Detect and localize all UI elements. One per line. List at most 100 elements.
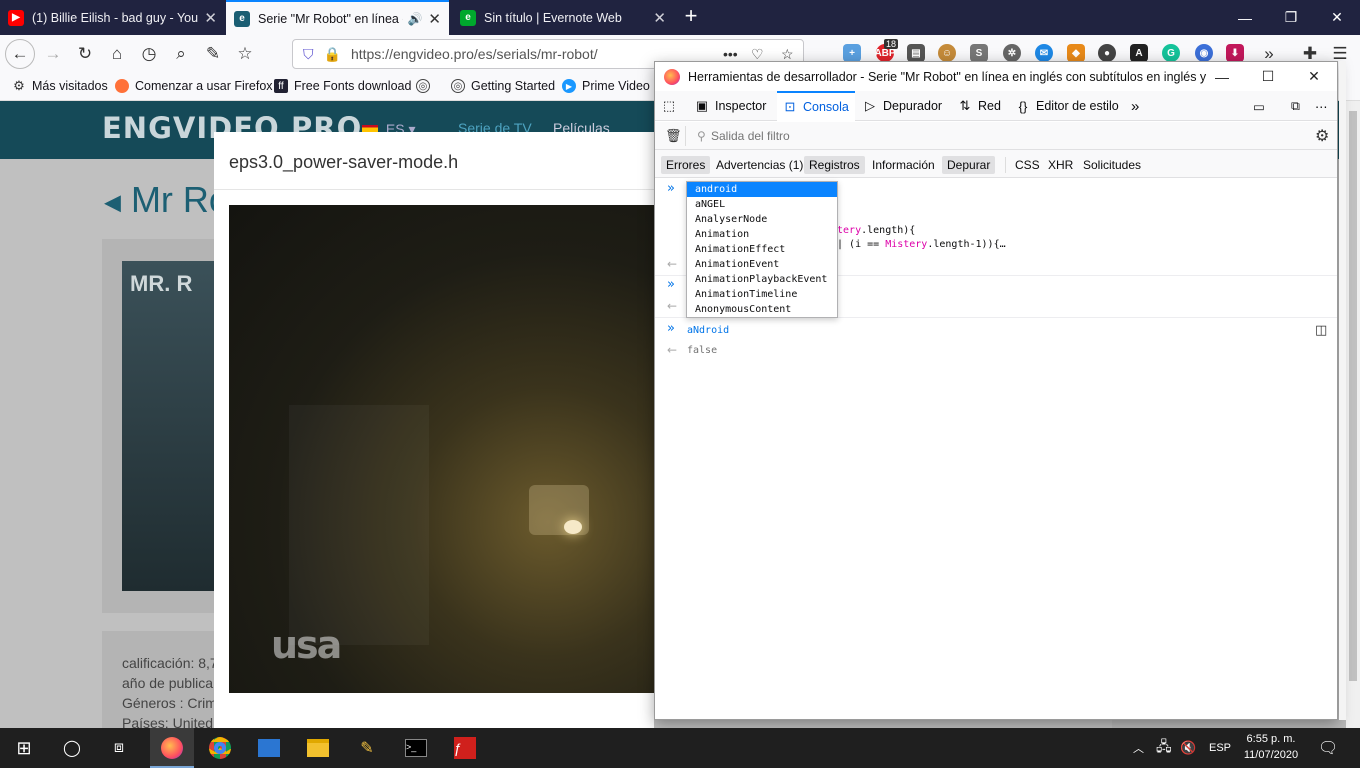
back-button[interactable]: ← xyxy=(5,39,35,69)
video-player[interactable]: usa xyxy=(229,205,654,693)
input-chevron-icon: » xyxy=(667,181,675,196)
gear-extension-icon[interactable]: ✲ xyxy=(1003,44,1021,62)
s-extension-icon[interactable]: S xyxy=(970,44,988,62)
firefox-taskbar-icon[interactable] xyxy=(158,734,186,762)
console-input-line[interactable]: aNdroid xyxy=(687,325,729,336)
page-actions-icon[interactable]: ••• xyxy=(723,46,738,62)
globe-extension-icon[interactable]: ◉ xyxy=(1195,44,1213,62)
maximize-button[interactable]: ☐ xyxy=(1245,62,1291,91)
autocomplete-item[interactable]: AnimationTimeline xyxy=(687,287,837,302)
close-window-button[interactable]: ✕ xyxy=(1314,0,1360,35)
flash-icon[interactable]: ƒ xyxy=(451,734,479,762)
tab-network[interactable]: ⇅ Red xyxy=(958,91,1001,121)
split-console-icon[interactable]: ▭ xyxy=(1253,91,1265,121)
more-tools-chevron-icon[interactable]: » xyxy=(1131,91,1139,121)
autocomplete-item[interactable]: AnimationEvent xyxy=(687,257,837,272)
restore-button[interactable]: ❐ xyxy=(1268,0,1314,35)
lock-icon[interactable]: 🔒 xyxy=(324,46,341,63)
home-icon[interactable]: ⌂ xyxy=(102,39,132,69)
editor-mode-icon[interactable]: ◫ xyxy=(1315,323,1327,338)
tab-style-editor[interactable]: {} Editor de estilo xyxy=(1016,91,1119,121)
messenger-icon[interactable]: ✉ xyxy=(1035,44,1053,62)
filter-css[interactable]: CSS xyxy=(1010,156,1045,174)
pocket-icon[interactable]: ♡ xyxy=(751,46,764,63)
minimize-button[interactable]: — xyxy=(1222,0,1268,35)
autocomplete-item[interactable]: AnonymousContent xyxy=(687,302,837,317)
tab-youtube[interactable]: ▶ (1) Billie Eilish - bad guy - YouT ✕ xyxy=(0,0,225,35)
filter-info[interactable]: Información xyxy=(867,156,940,174)
filter-logs[interactable]: Registros xyxy=(804,156,865,174)
bookmark-getting-started[interactable]: ◎ Getting Started xyxy=(451,79,555,93)
notifications-icon[interactable]: 🗨 xyxy=(1318,728,1338,768)
filter-debug[interactable]: Depurar xyxy=(942,156,996,174)
grammarly-icon[interactable]: G xyxy=(1162,44,1180,62)
fox-extension-icon[interactable]: ◆ xyxy=(1067,44,1085,62)
filter-warnings[interactable]: Advertencias (1) xyxy=(711,156,808,174)
chrome-icon[interactable] xyxy=(206,734,234,762)
bookmark-label: Comenzar a usar Firefox xyxy=(135,79,273,93)
pen-tool-icon[interactable]: ✎ xyxy=(353,734,381,762)
scrollbar-thumb[interactable] xyxy=(1349,111,1357,681)
tab-engvideo[interactable]: e Serie "Mr Robot" en línea en 🔊 ✕ xyxy=(226,0,449,35)
tab-evernote[interactable]: e Sin título | Evernote Web ✕ xyxy=(452,0,674,35)
autocomplete-item[interactable]: AnalyserNode xyxy=(687,212,837,227)
poster-image[interactable] xyxy=(122,261,222,591)
trash-icon[interactable]: 🗑 xyxy=(665,128,682,144)
more-options-icon[interactable]: ⋯ xyxy=(1315,91,1328,121)
tracking-shield-icon[interactable]: ⛉ xyxy=(303,46,314,63)
console-settings-gear-icon[interactable]: ⚙ xyxy=(1315,126,1329,146)
network-tray-icon[interactable]: 🖧 xyxy=(1156,728,1172,768)
volume-muted-icon[interactable]: 🔇 xyxy=(1180,728,1196,768)
history-icon[interactable]: ◷ xyxy=(134,39,164,69)
bookmark-prime-video[interactable]: ▶ Prime Video xyxy=(562,79,650,93)
speaker-icon[interactable]: 🔊 xyxy=(407,12,422,26)
filter-errors[interactable]: Errores xyxy=(661,156,711,174)
task-view-icon[interactable]: ⧈ xyxy=(105,734,133,762)
bookmark-most-visited[interactable]: ⚙ Más visitados xyxy=(12,78,108,93)
monkey-icon[interactable]: ☺ xyxy=(938,44,956,62)
windows-start-icon[interactable]: ⊞ xyxy=(10,734,38,762)
minimize-button[interactable]: — xyxy=(1199,62,1245,91)
terminal-icon[interactable]: >_ xyxy=(402,734,430,762)
close-icon[interactable]: ✕ xyxy=(653,9,666,27)
wrench-icon[interactable]: ✎ xyxy=(198,39,228,69)
system-clock[interactable]: 6:55 p. m. 11/07/2020 xyxy=(1236,731,1306,763)
bookmark-free-fonts[interactable]: ff Free Fonts download xyxy=(274,79,411,93)
tab-debugger[interactable]: ▷ Depurador xyxy=(863,91,942,121)
filter-xhr[interactable]: XHR xyxy=(1043,156,1078,174)
account-icon[interactable]: ● xyxy=(1098,44,1116,62)
close-icon[interactable]: ✕ xyxy=(428,10,441,28)
dock-options-icon[interactable]: ⧉ xyxy=(1291,91,1300,121)
autocomplete-item[interactable]: aNGEL xyxy=(687,197,837,212)
file-explorer-icon[interactable] xyxy=(304,734,332,762)
new-tab-button[interactable]: + xyxy=(680,5,702,27)
tab-inspector[interactable]: ▣ Inspector xyxy=(695,91,767,121)
extension-icon[interactable]: + xyxy=(843,44,861,62)
tab-console[interactable]: ⊡ Consola xyxy=(777,91,855,121)
tray-expand-icon[interactable]: ︿ xyxy=(1133,728,1144,768)
reload-button[interactable]: ↻ xyxy=(70,39,100,69)
autocomplete-item[interactable]: android xyxy=(687,182,837,197)
bookmark-manager-icon[interactable]: ☆ xyxy=(230,39,260,69)
input-language[interactable]: ESP xyxy=(1209,728,1231,768)
bookmark-globe[interactable]: ◎ xyxy=(416,79,436,93)
forward-button[interactable]: → xyxy=(38,39,68,69)
close-icon[interactable]: ✕ xyxy=(204,9,217,27)
filter-requests[interactable]: Solicitudes xyxy=(1078,156,1146,174)
reader-icon[interactable]: ▤ xyxy=(907,44,925,62)
element-picker-icon[interactable]: ⬚ xyxy=(662,91,682,121)
filter-input[interactable] xyxy=(711,127,1271,145)
page-scrollbar[interactable] xyxy=(1346,101,1360,728)
bookmark-get-started-firefox[interactable]: Comenzar a usar Firefox xyxy=(115,79,273,93)
search-icon[interactable]: ⌕ xyxy=(166,39,196,69)
autocomplete-item[interactable]: AnimationPlaybackEvent xyxy=(687,272,837,287)
autocomplete-item[interactable]: AnimationEffect xyxy=(687,242,837,257)
video-app-icon[interactable] xyxy=(255,734,283,762)
download-extension-icon[interactable]: ⬇ xyxy=(1226,44,1244,62)
autocomplete-item[interactable]: Animation xyxy=(687,227,837,242)
close-window-button[interactable]: ✕ xyxy=(1291,62,1337,91)
bookmark-star-icon[interactable]: ☆ xyxy=(781,46,794,63)
translate-icon[interactable]: A xyxy=(1130,44,1148,62)
search-circle-icon[interactable]: ◯ xyxy=(58,734,86,762)
back-arrow-icon[interactable]: ◀ xyxy=(104,189,121,214)
